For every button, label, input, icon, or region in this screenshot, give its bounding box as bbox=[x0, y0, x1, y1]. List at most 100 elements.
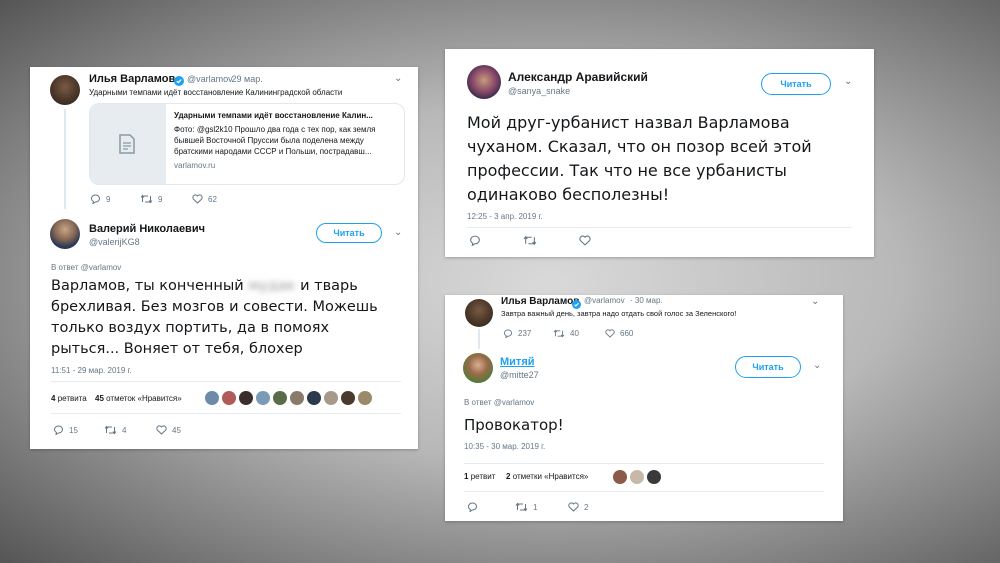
avatar[interactable] bbox=[324, 391, 338, 405]
author-handle[interactable]: @sanya_snake bbox=[508, 86, 570, 96]
tweet-text-line: профессии. Так что не все урбанисты bbox=[467, 161, 787, 180]
reply-author-handle[interactable]: @mitte27 bbox=[500, 370, 539, 380]
avatar[interactable] bbox=[613, 470, 627, 484]
divider bbox=[464, 463, 824, 464]
avatar[interactable] bbox=[307, 391, 321, 405]
divider bbox=[467, 227, 852, 228]
author-handle[interactable]: @varlamov bbox=[584, 296, 625, 305]
avatar[interactable] bbox=[358, 391, 372, 405]
follow-button[interactable]: Читать bbox=[761, 73, 831, 95]
link-card[interactable]: Ударными темпами идёт восстановление Кал… bbox=[89, 103, 405, 185]
reply-icon bbox=[90, 194, 100, 204]
like-icon bbox=[192, 194, 203, 204]
tweet-text: Ударными темпами идёт восстановление Кал… bbox=[89, 88, 343, 97]
retweet-button[interactable] bbox=[523, 235, 537, 246]
retweet-icon bbox=[140, 194, 153, 204]
reply-button[interactable]: 9 bbox=[90, 194, 110, 204]
chevron-down-icon[interactable]: ⌄ bbox=[844, 76, 852, 87]
retweets-stat[interactable]: 4 ретвита bbox=[51, 394, 87, 403]
avatar[interactable] bbox=[341, 391, 355, 405]
tweet-timestamp[interactable]: 12:25 - 3 апр. 2019 г. bbox=[467, 212, 543, 221]
chevron-down-icon[interactable]: ⌄ bbox=[394, 227, 402, 238]
divider bbox=[51, 413, 401, 414]
retweet-icon bbox=[104, 425, 117, 435]
retweet-button[interactable]: 9 bbox=[140, 194, 162, 204]
tweet-text-line: Мой друг-урбанист назвал Варламова bbox=[467, 113, 790, 132]
reply-button[interactable]: 237 bbox=[503, 329, 531, 338]
avatar[interactable] bbox=[239, 391, 253, 405]
avatar[interactable] bbox=[467, 65, 501, 99]
avatar[interactable] bbox=[50, 75, 80, 105]
reply-icon bbox=[503, 329, 513, 338]
follow-button[interactable]: Читать bbox=[316, 223, 382, 243]
like-button[interactable]: 62 bbox=[192, 194, 217, 204]
avatar[interactable] bbox=[273, 391, 287, 405]
link-description-line: братскими народами СССР и Польши, постра… bbox=[174, 147, 372, 156]
thread-line bbox=[478, 329, 480, 349]
avatar[interactable] bbox=[50, 219, 80, 249]
avatar[interactable] bbox=[205, 391, 219, 405]
likes-stat[interactable]: 2 отметки «Нравится» bbox=[506, 472, 588, 481]
avatar[interactable] bbox=[463, 353, 493, 383]
reply-text-line: Варламов, ты конченный мудак и тварь bbox=[51, 278, 358, 294]
retweet-icon bbox=[553, 329, 565, 338]
retweet-count: 1 bbox=[533, 502, 538, 512]
tweet-date[interactable]: · 30 мар. bbox=[630, 296, 663, 305]
follow-button[interactable]: Читать bbox=[735, 356, 801, 378]
likes-stat[interactable]: 45 отметок «Нравится» bbox=[95, 394, 182, 403]
reply-icon bbox=[467, 502, 477, 512]
avatar[interactable] bbox=[290, 391, 304, 405]
retweet-button[interactable]: 40 bbox=[553, 329, 579, 338]
author-name[interactable]: Илья Варламов bbox=[501, 296, 579, 307]
tweet-date[interactable]: · 29 мар. bbox=[226, 74, 263, 84]
reply-author-handle[interactable]: @valerijKG8 bbox=[89, 237, 140, 247]
like-button[interactable]: 2 bbox=[568, 502, 588, 512]
document-icon bbox=[118, 134, 136, 159]
divider bbox=[51, 381, 401, 382]
chevron-down-icon[interactable]: ⌄ bbox=[394, 73, 402, 84]
reply-text: Провокатор! bbox=[464, 416, 564, 434]
reply-button[interactable] bbox=[469, 235, 481, 246]
avatar[interactable] bbox=[256, 391, 270, 405]
chevron-down-icon[interactable]: ⌄ bbox=[811, 296, 819, 307]
retweet-button[interactable]: 4 bbox=[104, 425, 126, 435]
reply-timestamp[interactable]: 11:51 - 29 мар. 2019 г. bbox=[51, 366, 132, 375]
avatar[interactable] bbox=[630, 470, 644, 484]
reply-count: 237 bbox=[518, 329, 532, 338]
reply-text-line: только воздух портить, да в помоях bbox=[51, 320, 330, 336]
reply-icon bbox=[53, 425, 63, 435]
reply-author-name[interactable]: Валерий Николаевич bbox=[89, 223, 205, 235]
tweet-card-varlamov-zelensky: Илья Варламов @varlamov · 30 мар. ⌄ Завт… bbox=[445, 295, 843, 521]
retweets-stat[interactable]: 1 ретвит bbox=[464, 472, 495, 481]
avatar[interactable] bbox=[465, 299, 493, 327]
reply-author-name[interactable]: Митяй bbox=[500, 356, 535, 368]
like-count: 45 bbox=[172, 425, 181, 435]
blurred-word: мудак bbox=[248, 278, 296, 294]
like-button[interactable]: 660 bbox=[605, 329, 633, 338]
avatar[interactable] bbox=[647, 470, 661, 484]
retweet-icon bbox=[515, 502, 528, 512]
divider bbox=[464, 491, 824, 492]
reply-text-line: брехливая. Без мозгов и совести. Можешь bbox=[51, 299, 378, 315]
chevron-down-icon[interactable]: ⌄ bbox=[813, 360, 821, 371]
like-button[interactable] bbox=[579, 235, 591, 246]
author-name[interactable]: Александр Аравийский bbox=[508, 70, 648, 84]
like-button[interactable]: 45 bbox=[156, 425, 181, 435]
author-name[interactable]: Илья Варламов bbox=[89, 73, 175, 85]
in-reply-to[interactable]: В ответ @varlamov bbox=[51, 263, 121, 272]
avatar[interactable] bbox=[222, 391, 236, 405]
retweet-icon bbox=[523, 235, 537, 246]
reply-button[interactable] bbox=[467, 502, 483, 512]
like-icon bbox=[156, 425, 167, 435]
reply-timestamp[interactable]: 10:35 - 30 мар. 2019 г. bbox=[464, 442, 545, 451]
tweet-text-line: чуханом. Сказал, что он позор всей этой bbox=[467, 137, 812, 156]
reply-count: 9 bbox=[106, 194, 111, 204]
tweet-card-araviyskiy: Александр Аравийский @sanya_snake Читать… bbox=[445, 49, 874, 257]
in-reply-to[interactable]: В ответ @varlamov bbox=[464, 398, 534, 407]
reply-text-line: рыться... Воняет от тебя, блохер bbox=[51, 341, 303, 357]
retweet-count: 4 bbox=[122, 425, 127, 435]
like-icon bbox=[568, 502, 579, 512]
reply-button[interactable]: 15 bbox=[53, 425, 78, 435]
retweet-button[interactable]: 1 bbox=[515, 502, 537, 512]
likers-avatars bbox=[613, 470, 663, 484]
